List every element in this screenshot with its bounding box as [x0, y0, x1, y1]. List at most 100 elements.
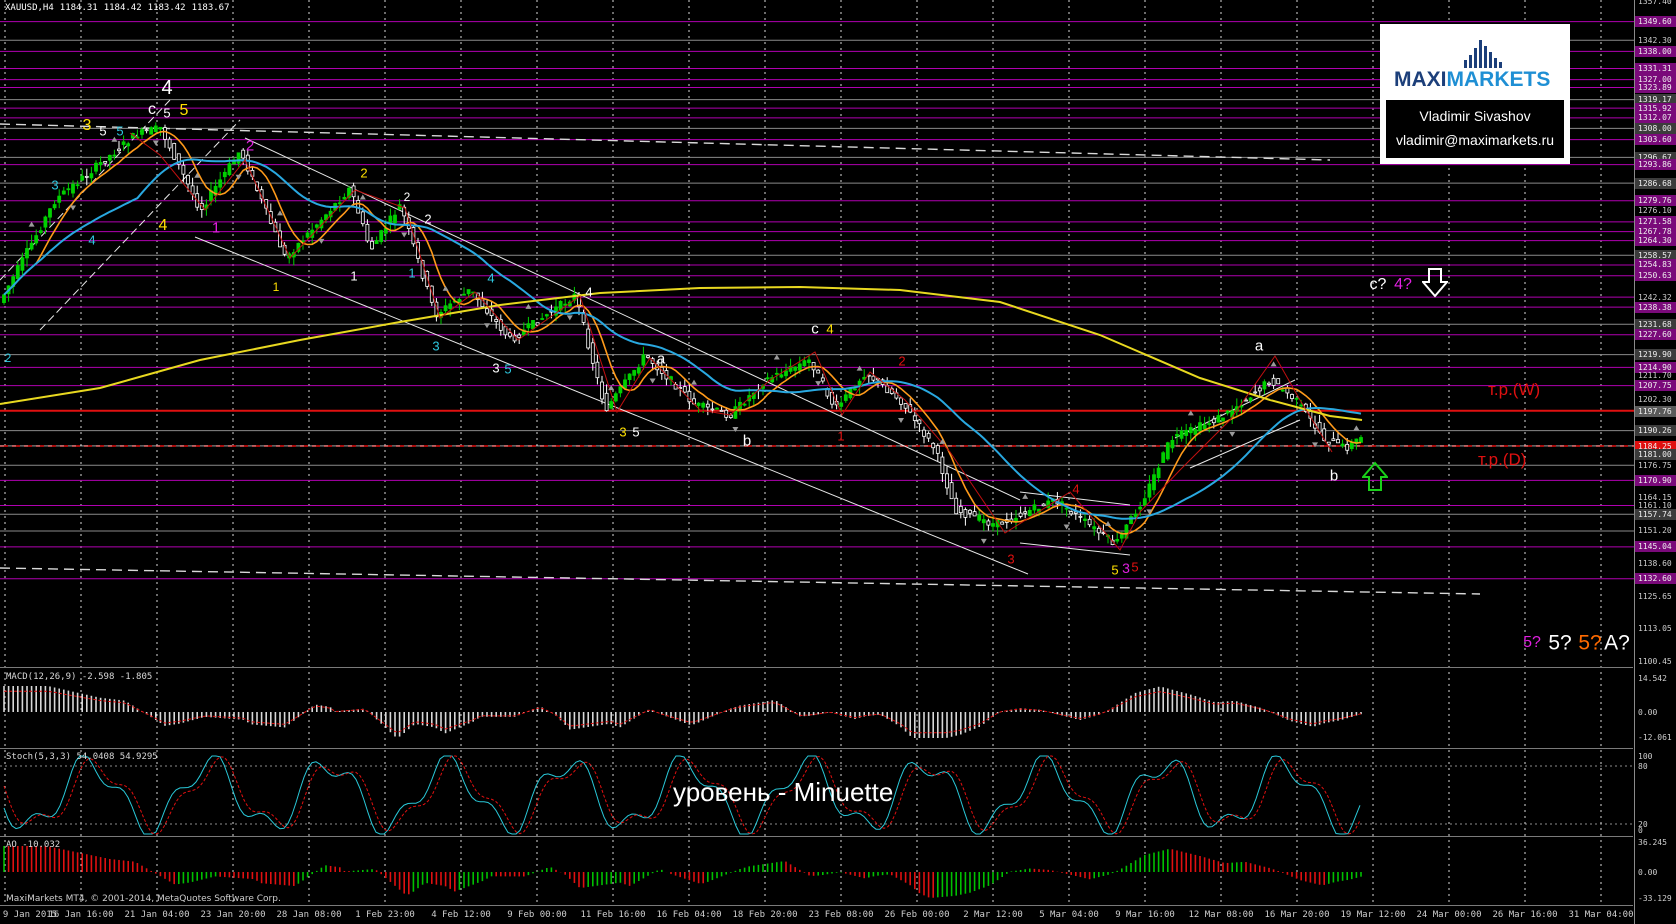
wave-label: 3 — [492, 360, 500, 376]
price-axis-label: 1303.60 — [1635, 134, 1676, 146]
candle-body — [1170, 439, 1175, 449]
wave-label: c — [811, 320, 819, 338]
forecast-label: 4? — [1394, 276, 1412, 293]
wave-zigzag — [129, 132, 1333, 551]
candle-body — [1041, 503, 1046, 507]
candle-body — [379, 230, 384, 243]
time-axis-label: 12 Mar 08:00 — [1188, 910, 1254, 920]
ao-pane-separator[interactable] — [0, 836, 1633, 837]
time-axis-label: 28 Jan 08:00 — [276, 910, 342, 920]
candle-body — [853, 388, 857, 391]
candle-body — [1018, 512, 1023, 517]
candle-body — [1014, 517, 1018, 522]
candle-body — [899, 397, 903, 405]
candle-body — [1207, 423, 1212, 425]
forecast-label: 5? — [1548, 631, 1572, 655]
candle-body — [1069, 511, 1074, 515]
wave-label: 5 — [99, 123, 107, 139]
candle-body — [1257, 387, 1262, 392]
ao-axis-label: 0.00 — [1638, 868, 1658, 877]
time-axis-label: 18 Feb 20:00 — [732, 910, 798, 920]
candle-body — [820, 377, 825, 382]
candle-body — [981, 519, 986, 524]
symbol-ohlc-readout: XAUUSD,H4 1184.31 1184.42 1183.42 1183.67 — [5, 3, 236, 13]
candle-body — [1087, 518, 1092, 526]
candle-body — [186, 174, 190, 185]
candle-body — [682, 386, 687, 393]
candle-body — [462, 293, 466, 296]
candle-body — [922, 429, 926, 437]
candle-body — [236, 152, 241, 164]
candle-body — [618, 386, 623, 394]
candle-body — [89, 173, 94, 179]
candle-body — [144, 129, 149, 132]
candle-body — [126, 143, 131, 147]
price-axis-label: 1349.60 — [1635, 16, 1676, 28]
copyright-text: MaxiMarkets MT4, © 2001-2014, MetaQuotes… — [6, 894, 281, 904]
stoch-pane-separator[interactable] — [0, 748, 1633, 749]
candle-body — [29, 242, 34, 250]
macd-pane-separator[interactable] — [0, 667, 1633, 668]
fractal-marker — [898, 418, 904, 424]
wave-label: 3 — [82, 117, 92, 134]
candle-body — [1092, 526, 1097, 530]
candle-body — [20, 257, 25, 271]
brand-wordmark: MAXIMARKETS — [1394, 68, 1551, 91]
time-axis-label: 9 Mar 16:00 — [1115, 910, 1175, 920]
price-axis-label: 1331.31 — [1635, 63, 1676, 75]
candle-body — [80, 175, 85, 181]
wave-label: 2 — [403, 190, 411, 204]
candle-body — [705, 403, 710, 408]
author-email: vladimir@maximarkets.ru — [1395, 132, 1555, 148]
candle-body — [1175, 434, 1179, 437]
candle-body — [1262, 381, 1267, 390]
candle-body — [586, 328, 591, 349]
wave-label: a — [1254, 337, 1264, 355]
candle-body — [34, 235, 39, 244]
wave-label: 1 — [272, 280, 280, 294]
candle-body — [1336, 439, 1340, 444]
mt4-chart-window[interactable]: XAUUSD,H4 1184.31 1184.42 1183.42 1183.67 MA… — [0, 0, 1676, 924]
price-axis-label: 1100.45 — [1638, 656, 1672, 666]
candle-body — [926, 432, 931, 439]
candle-body — [696, 402, 701, 406]
wave-label: 1 — [211, 219, 221, 237]
price-axis[interactable]: 1357.40 1349.60 1342.30 1338.00 1331.31 1327.… — [1634, 0, 1676, 924]
candle-body — [508, 332, 512, 337]
candle-body — [807, 359, 811, 363]
candle-body — [112, 154, 117, 157]
candle-body — [1202, 424, 1207, 430]
candle-body — [227, 163, 232, 176]
fractal-marker — [70, 205, 76, 211]
candle-body — [172, 143, 177, 160]
candle-body — [1133, 513, 1138, 517]
fractal-marker — [1229, 431, 1236, 437]
ao-axis-label: -33.129 — [1638, 894, 1672, 903]
candle-body — [544, 314, 549, 317]
fractal-marker — [525, 303, 532, 309]
candle-body — [61, 190, 66, 195]
time-axis-label: 19 Mar 12:00 — [1340, 910, 1406, 920]
price-axis-label: 1357.40 — [1638, 0, 1672, 7]
candle-body — [986, 520, 991, 526]
candle-body — [1000, 521, 1005, 525]
price-axis-label: 1219.90 — [1635, 349, 1676, 361]
price-axis-label: 1125.65 — [1638, 592, 1672, 602]
candle-body — [443, 305, 448, 312]
candle-body — [503, 326, 508, 336]
candle-body — [636, 367, 641, 374]
time-axis-label: 26 Feb 00:00 — [884, 910, 950, 920]
candle-body — [1239, 405, 1244, 408]
candle-body — [1156, 467, 1161, 479]
candle-body — [167, 138, 172, 149]
wave-degree-label: уровень - Minuette — [673, 777, 894, 807]
macd-signal-line — [4, 690, 1362, 734]
candle-body — [1340, 443, 1345, 447]
candle-body — [117, 148, 121, 152]
candle-body — [590, 342, 595, 364]
price-axis-label: 1227.60 — [1635, 329, 1676, 341]
candle-body — [1184, 429, 1189, 436]
macd-label: MACD(12,26,9) -2.598 -1.805 — [6, 672, 153, 682]
candle-body — [448, 303, 453, 310]
candle-body — [972, 511, 977, 517]
